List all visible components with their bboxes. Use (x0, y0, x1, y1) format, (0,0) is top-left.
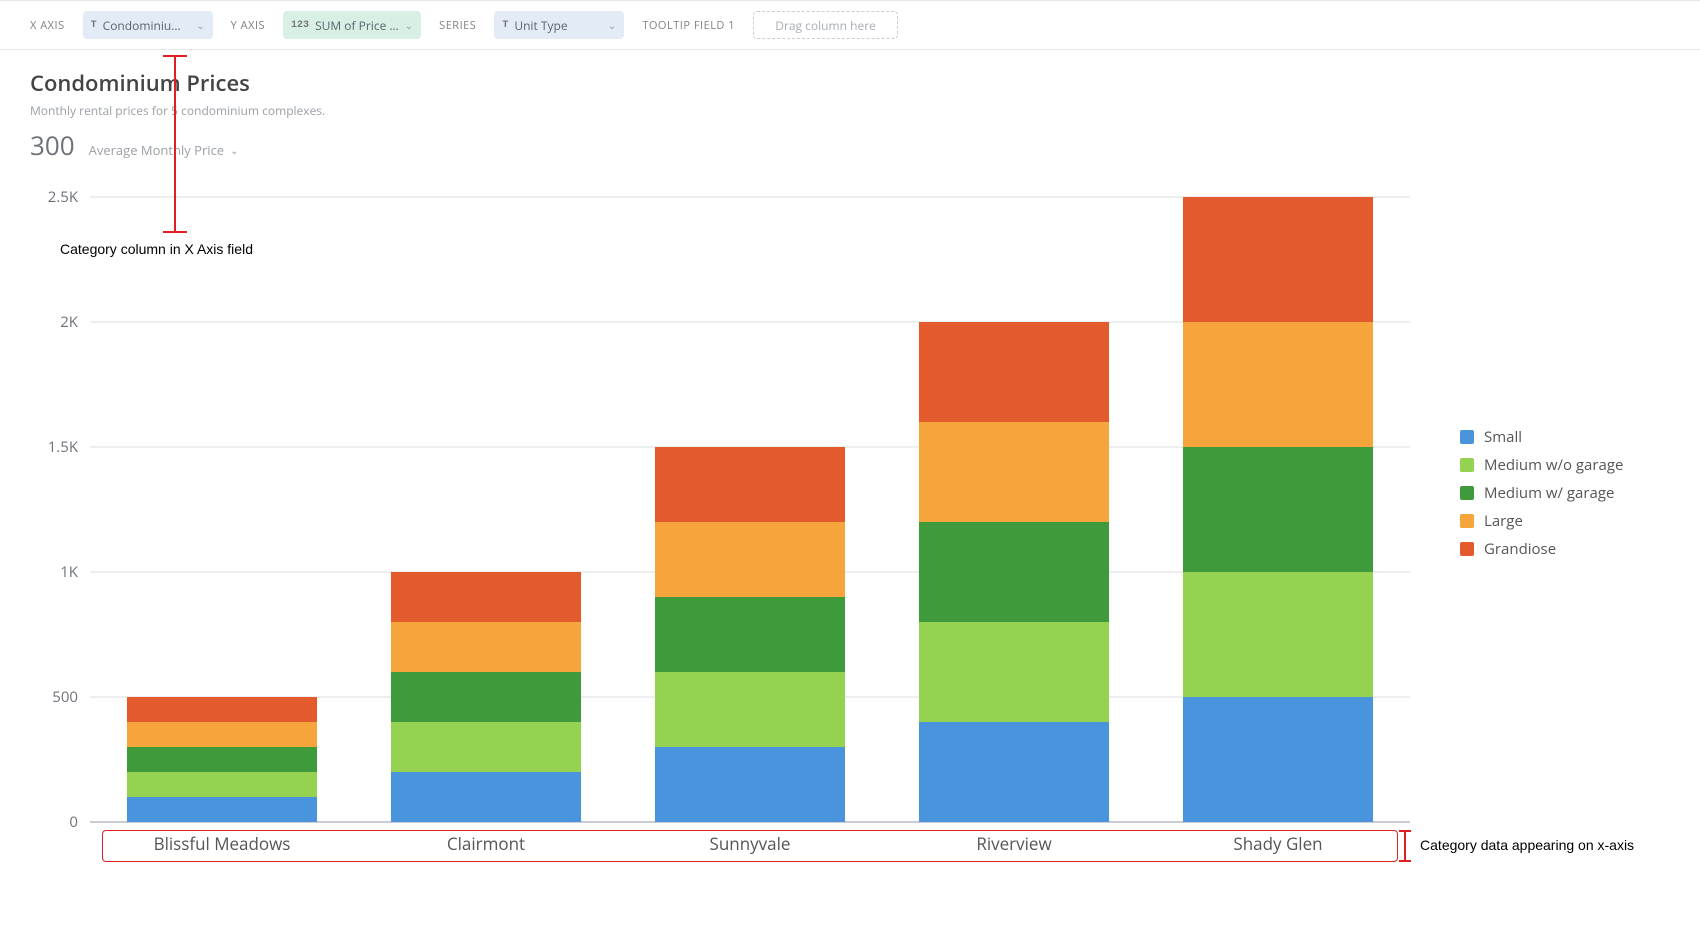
legend-item[interactable]: Small (1460, 427, 1623, 447)
chart-title: Condominium Prices (30, 68, 1670, 98)
yaxis-field-chip[interactable]: 123 SUM of Price … ⌄ (283, 11, 421, 39)
series-label: SERIES (439, 18, 476, 33)
bar-segment[interactable] (655, 672, 845, 747)
bar-segment[interactable] (919, 422, 1109, 522)
legend-item[interactable]: Medium w/o garage (1460, 455, 1623, 475)
bar-segment[interactable] (1183, 322, 1373, 447)
yaxis-label: Y AXIS (231, 18, 265, 33)
annotation-cap (163, 55, 187, 57)
chart-legend: Small Medium w/o garage Medium w/ garage La… (1430, 167, 1623, 897)
legend-label: Grandiose (1484, 539, 1556, 559)
legend-label: Medium w/o garage (1484, 455, 1623, 475)
legend-swatch (1460, 514, 1474, 528)
chevron-down-icon: ⌄ (196, 18, 204, 32)
annotation-line (1404, 830, 1406, 862)
chart-area: 0 500 1K 1.5K 2K 2.5K Blissful Meadows Clairmon… (30, 167, 1430, 897)
bar-segment[interactable] (655, 747, 845, 822)
bar-segment[interactable] (127, 722, 317, 747)
y-tick-label: 0 (69, 812, 78, 832)
bar-segment[interactable] (1183, 197, 1373, 322)
chart-header: Condominium Prices Monthly rental prices… (0, 50, 1700, 163)
chart-config-toolbar: X AXIS T Condominiu… ⌄ Y AXIS 123 SUM of… (0, 0, 1700, 50)
stacked-bar-chart: 0 500 1K 1.5K 2K 2.5K Blissful Meadows Clairmon… (30, 167, 1430, 897)
annotation-top: Category column in X Axis field (60, 241, 253, 257)
annotation-cap (1399, 860, 1411, 862)
bar-segment[interactable] (655, 597, 845, 672)
metric-selector[interactable]: Average Monthly Price ⌄ (89, 141, 239, 159)
bar-segment[interactable] (919, 322, 1109, 422)
bar-segment[interactable] (391, 622, 581, 672)
bar-segment[interactable] (391, 572, 581, 622)
x-tick-label: Riverview (976, 832, 1051, 855)
bar-segment[interactable] (127, 697, 317, 722)
xaxis-field-chip[interactable]: T Condominiu… ⌄ (83, 11, 213, 39)
y-tick-label: 2.5K (48, 187, 79, 207)
bar-segment[interactable] (391, 772, 581, 822)
bar-segment[interactable] (127, 772, 317, 797)
xaxis-label: X AXIS (30, 18, 65, 33)
y-tick-label: 500 (52, 687, 78, 707)
tooltip-drop-zone[interactable]: Drag column here (753, 11, 898, 39)
bar-segment[interactable] (919, 722, 1109, 822)
bar-segment[interactable] (919, 522, 1109, 622)
bar-segment[interactable] (919, 622, 1109, 722)
metric-value: 300 (30, 127, 75, 163)
legend-swatch (1460, 542, 1474, 556)
bar-segment[interactable] (655, 447, 845, 522)
legend-label: Small (1484, 427, 1522, 447)
bar-segment[interactable] (655, 522, 845, 597)
legend-swatch (1460, 458, 1474, 472)
series-field-chip[interactable]: T Unit Type ⌄ (494, 11, 624, 39)
x-tick-label: Shady Glen (1233, 832, 1322, 855)
bar-segment[interactable] (127, 747, 317, 772)
x-tick-label: Sunnyvale (710, 832, 791, 855)
x-tick-label: Blissful Meadows (154, 832, 291, 855)
legend-item[interactable]: Grandiose (1460, 539, 1623, 559)
legend-item[interactable]: Large (1460, 511, 1623, 531)
bar-segment[interactable] (1183, 697, 1373, 822)
legend-swatch (1460, 430, 1474, 444)
bar-segment[interactable] (127, 797, 317, 822)
number-type-icon: 123 (291, 20, 309, 31)
y-tick-label: 1.5K (48, 437, 79, 457)
bar-segment[interactable] (391, 722, 581, 772)
bar-segment[interactable] (391, 672, 581, 722)
legend-label: Medium w/ garage (1484, 483, 1614, 503)
legend-label: Large (1484, 511, 1523, 531)
x-tick-label: Clairmont (447, 832, 525, 855)
y-tick-label: 1K (60, 562, 79, 582)
bar-segment[interactable] (1183, 447, 1373, 572)
text-type-icon: T (91, 20, 97, 31)
chevron-down-icon: ⌄ (405, 18, 413, 32)
chevron-down-icon: ⌄ (230, 143, 238, 157)
text-type-icon: T (502, 20, 508, 31)
chevron-down-icon: ⌄ (608, 18, 616, 32)
annotation-bottom: Category data appearing on x-axis (1420, 837, 1634, 853)
tooltip-label: TOOLTIP FIELD 1 (642, 18, 735, 33)
y-tick-label: 2K (60, 312, 79, 332)
annotation-line (174, 55, 176, 233)
annotation-cap (1399, 830, 1411, 832)
bar-segment[interactable] (1183, 572, 1373, 697)
legend-item[interactable]: Medium w/ garage (1460, 483, 1623, 503)
chart-subtitle: Monthly rental prices for 5 condominium … (30, 102, 1670, 119)
annotation-cap (163, 231, 187, 233)
legend-swatch (1460, 486, 1474, 500)
